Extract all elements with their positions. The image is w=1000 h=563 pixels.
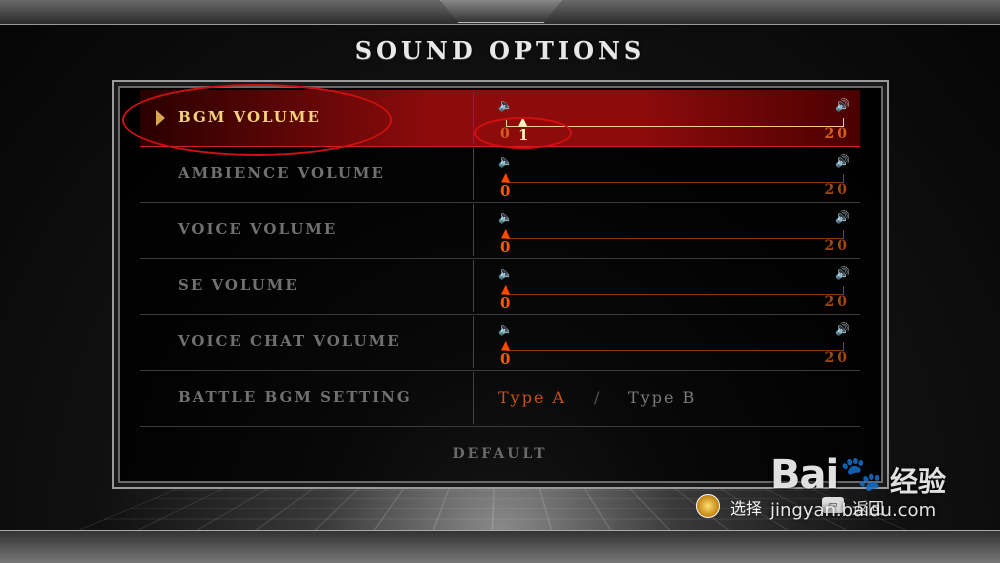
slider-marker-icon: ▲ — [501, 170, 511, 184]
slider-max-value: 20 — [824, 182, 850, 198]
slider-max-value: 20 — [824, 126, 850, 142]
slider-current-value: 0 — [500, 350, 511, 368]
slider-current-value: 0 — [500, 294, 511, 312]
speaker-low-icon: 🔈 — [498, 98, 513, 112]
row-divider — [473, 148, 474, 200]
slider-marker-icon: ▲ — [501, 338, 511, 352]
option-label: VOICE CHAT VOLUME — [178, 332, 401, 350]
slider-current-value: 0 — [500, 238, 511, 256]
row-divider — [473, 204, 474, 256]
annotation-ring-label — [122, 84, 392, 156]
slider-current-value: 0 — [500, 182, 511, 200]
option-row-se-volume[interactable]: SE VOLUME 🔈 🔊 20 ▲ 0 — [140, 258, 860, 315]
row-divider — [473, 92, 474, 144]
row-divider — [473, 260, 474, 312]
top-ornament — [440, 0, 562, 23]
slider-track — [506, 174, 844, 183]
speaker-low-icon: 🔈 — [498, 322, 513, 336]
option-separator: / — [594, 388, 602, 407]
speaker-low-icon: 🔈 — [498, 154, 513, 168]
volume-slider[interactable]: 🔈 🔊 20 ▲ 0 — [498, 262, 856, 312]
speaker-high-icon: 🔊 — [835, 266, 850, 280]
slider-track — [506, 230, 844, 239]
option-row-voice-chat-volume[interactable]: VOICE CHAT VOLUME 🔈 🔊 20 ▲ 0 — [140, 314, 860, 371]
row-divider — [473, 372, 474, 424]
baidu-paw-icon: 🐾 — [840, 454, 883, 494]
option-label: BATTLE BGM SETTING — [178, 388, 412, 406]
watermark-suffix: 经验 — [890, 465, 947, 498]
slider-track — [506, 342, 844, 351]
speaker-high-icon: 🔊 — [835, 210, 850, 224]
speaker-low-icon: 🔈 — [498, 210, 513, 224]
speaker-high-icon: 🔊 — [835, 322, 850, 336]
watermark-url: jingyan.baidu.com — [770, 500, 937, 521]
slider-max-value: 20 — [824, 350, 850, 366]
speaker-high-icon: 🔊 — [835, 98, 850, 112]
bgm-type-b-option[interactable]: Type B — [628, 388, 696, 407]
baidu-watermark: Bai 🐾 经验 jingyan.baidu.com — [770, 452, 1000, 547]
volume-slider[interactable]: 🔈 🔊 20 ▲ 0 — [498, 150, 856, 200]
help-select-label: 选择 — [730, 499, 763, 518]
slider-max-value: 20 — [824, 238, 850, 254]
volume-slider[interactable]: 🔈 🔊 20 ▲ 0 — [498, 206, 856, 256]
annotation-ring-value — [474, 117, 572, 149]
speaker-low-icon: 🔈 — [498, 266, 513, 280]
option-row-voice-volume[interactable]: VOICE VOLUME 🔈 🔊 20 ▲ 0 — [140, 202, 860, 259]
slider-max-value: 20 — [824, 294, 850, 310]
slider-track — [506, 286, 844, 295]
option-label: AMBIENCE VOLUME — [178, 164, 385, 182]
option-label: VOICE VOLUME — [178, 220, 338, 238]
speaker-high-icon: 🔊 — [835, 154, 850, 168]
option-row-battle-bgm-setting[interactable]: BATTLE BGM SETTING Type A / Type B — [140, 370, 860, 427]
slider-marker-icon: ▲ — [501, 226, 511, 240]
option-label: SE VOLUME — [178, 276, 299, 294]
volume-slider[interactable]: 🔈 🔊 20 ▲ 0 — [498, 318, 856, 368]
page-title: SOUND OPTIONS — [354, 36, 646, 65]
bgm-type-a-option[interactable]: Type A — [498, 388, 566, 407]
row-divider — [473, 316, 474, 368]
dpad-icon — [696, 494, 720, 518]
slider-marker-icon: ▲ — [501, 282, 511, 296]
watermark-logo: Bai — [770, 452, 839, 498]
